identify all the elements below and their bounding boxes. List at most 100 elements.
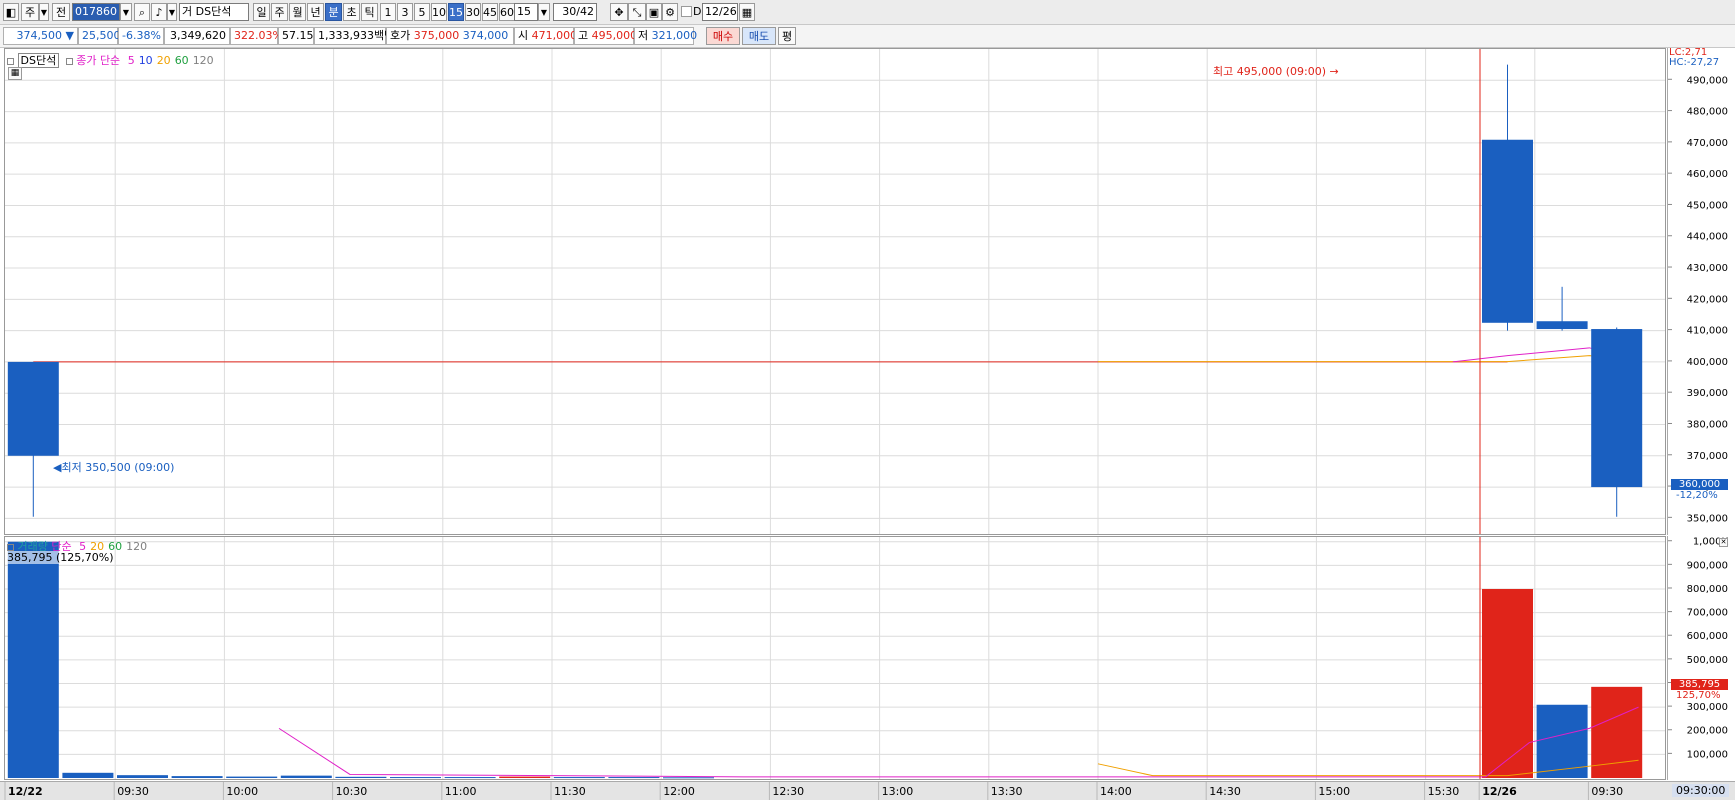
pane-close-icon[interactable]: ✕	[1719, 538, 1728, 547]
eval-button[interactable]: 평	[778, 27, 796, 45]
period-button[interactable]: 월	[289, 3, 306, 21]
volume-bar	[117, 775, 168, 778]
interval-button[interactable]: 15	[448, 3, 464, 21]
period-button[interactable]: 일	[253, 3, 270, 21]
current-volume-tag: 385,795	[1671, 679, 1728, 690]
volume-tick-label: 200,000	[1687, 726, 1728, 737]
current-volume-pct-tag: 125,70%	[1676, 690, 1721, 701]
high-annotation-text: 최고 495,000 (09:00)	[1213, 65, 1327, 78]
x-tick-label: 12/22	[8, 785, 43, 798]
interval-button[interactable]: 3	[397, 3, 413, 21]
price-series-name[interactable]: DS단석	[17, 53, 60, 68]
volume-bar	[608, 777, 660, 779]
x-tick-label: 12/26	[1482, 785, 1517, 798]
interval-dropdown-icon[interactable]: ▼	[538, 3, 550, 21]
change-percent: -6.38%	[118, 27, 164, 45]
price-tick-label: 490,000	[1687, 75, 1728, 86]
volume-chart-pane[interactable]: 거래량 단순 5 20 60 120 385,795 (125,70%)	[4, 536, 1666, 780]
trade-amount: 1,333,933백만	[314, 27, 394, 45]
interval-button[interactable]: 30	[465, 3, 481, 21]
price-chart-pane[interactable]: DS단석 종가 단순 5 10 20 60 120 ▦ 최고 495,000 (09:0…	[4, 48, 1666, 535]
volume-bar	[280, 775, 332, 778]
period-button[interactable]: 분	[325, 3, 342, 21]
candle-body	[1536, 321, 1588, 330]
volume-chart[interactable]	[5, 537, 1665, 779]
save-icon[interactable]: ▣	[646, 3, 662, 21]
x-tick-label: 11:00	[445, 785, 477, 798]
candle-body	[7, 361, 59, 456]
date-input[interactable]: 12/26	[702, 3, 738, 21]
high-box: 고 495,000	[574, 27, 637, 45]
sell-button[interactable]: 매도	[742, 27, 776, 45]
volume-tick-label: 700,000	[1687, 608, 1728, 619]
x-axis-svg: 12/22 09:30 10:00 10:30 11:00 11:30 12:00 12:30…	[4, 782, 1623, 800]
low-box: 저 321,000	[634, 27, 697, 45]
volume-bar	[663, 777, 714, 779]
volume-ma-lines	[278, 706, 1639, 778]
candle-body	[1482, 139, 1533, 323]
ask-price: 375,000	[413, 29, 460, 42]
interval-button[interactable]: 1	[380, 3, 396, 21]
buy-button[interactable]: 매수	[706, 27, 740, 45]
price-tick-label: 470,000	[1687, 138, 1728, 149]
period-button[interactable]: 초	[343, 3, 360, 21]
x-tick-label: 09:30	[1591, 785, 1623, 798]
crosshair-tool-icon[interactable]: ✥	[610, 3, 628, 21]
sound-dropdown-icon[interactable]: ▼	[167, 3, 177, 21]
ma-label: 종가 단순	[76, 54, 121, 67]
high-label: 고	[578, 29, 589, 42]
price-legend: DS단석 종가 단순 5 10 20 60 120	[7, 52, 214, 68]
volume-bar	[7, 541, 59, 778]
period-button[interactable]: 틱	[361, 3, 378, 21]
count-input[interactable]: 30/42	[553, 3, 597, 21]
search-icon[interactable]: ⌕	[134, 3, 150, 21]
table-icon[interactable]: ▦	[8, 67, 22, 80]
ma-period-label: 120	[192, 54, 214, 67]
ma-period-label: 20	[156, 54, 171, 67]
hc-label: HC:-27,27	[1669, 57, 1720, 68]
period-button[interactable]: 년	[307, 3, 324, 21]
x-tick-label: 12:30	[772, 785, 804, 798]
volume-bar	[444, 777, 496, 779]
volume-tick-label: 100,000	[1687, 749, 1728, 760]
screen-menu-icon[interactable]: ◧	[3, 3, 19, 21]
current-price: 374,500 ▼	[3, 27, 78, 45]
gear-icon[interactable]: ⚙	[662, 3, 678, 21]
price-chart[interactable]	[5, 49, 1665, 534]
sound-icon[interactable]: ♪	[151, 3, 167, 21]
interval-value-input[interactable]: 15	[514, 3, 538, 21]
x-tick-label: 15:30	[1428, 785, 1460, 798]
interval-button[interactable]: 45	[482, 3, 498, 21]
price-grid	[5, 49, 1665, 534]
interval-button[interactable]: 60	[499, 3, 515, 21]
low-price: 321,000	[651, 29, 698, 42]
volume-tick-label: 800,000	[1687, 584, 1728, 595]
calendar-icon[interactable]: ▦	[739, 3, 755, 21]
interval-button[interactable]: 10	[431, 3, 447, 21]
geo-label: 거	[182, 5, 193, 18]
period-button[interactable]: 주	[271, 3, 288, 21]
stock-name-field[interactable]: 거 DS단석	[179, 3, 249, 21]
ma-period-label: 10	[138, 54, 153, 67]
candle-body	[1591, 329, 1643, 488]
market-selector[interactable]: 주	[21, 3, 39, 21]
price-tick-label: 370,000	[1687, 451, 1728, 462]
legend-square-icon	[65, 57, 73, 65]
volume-bar	[171, 776, 223, 778]
price-tick-label: 480,000	[1687, 107, 1728, 118]
code-dropdown-icon[interactable]: ▼	[120, 3, 132, 21]
jeon-button[interactable]: 전	[52, 3, 70, 21]
trendline-tool-icon[interactable]: ⤡	[628, 3, 646, 21]
market-dropdown-icon[interactable]: ▼	[39, 3, 49, 21]
date-checkbox[interactable]	[681, 6, 692, 17]
volume: 3,349,620	[164, 27, 230, 45]
low-annotation: ◀최저 350,500 (09:00)	[53, 459, 174, 475]
x-tick-label: 15:00	[1318, 785, 1350, 798]
interval-button[interactable]: 5	[414, 3, 430, 21]
current-price-pct-tag: -12,20%	[1676, 490, 1718, 501]
open-label: 시	[518, 29, 529, 42]
volume-y-axis: 100,000200,000300,000400,000500,000600,0…	[1667, 536, 1732, 780]
volume-bar	[390, 777, 441, 779]
stock-code-input[interactable]: 017860	[72, 3, 120, 21]
volume-bar	[1591, 686, 1643, 778]
